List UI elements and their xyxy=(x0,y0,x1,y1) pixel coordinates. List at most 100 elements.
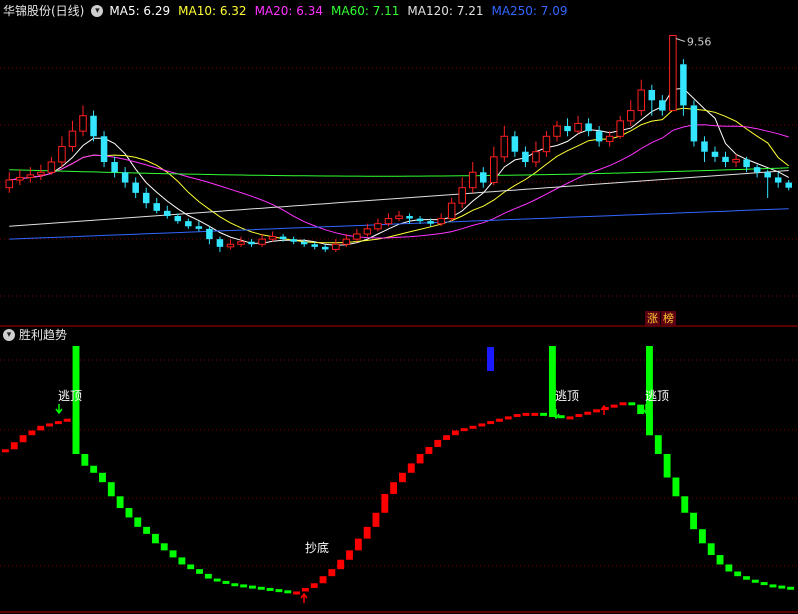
candle-body xyxy=(626,110,635,122)
indicator-bar xyxy=(328,569,336,577)
candle-body xyxy=(732,158,740,163)
ma-legend-item: MA60: 7.11 xyxy=(331,4,400,18)
candle-body xyxy=(311,244,318,247)
candle-body xyxy=(595,131,603,142)
indicator-bar xyxy=(116,496,124,509)
candle-body xyxy=(142,192,150,204)
candle-body xyxy=(532,151,540,163)
ma-legend-item: MA5: 6.29 xyxy=(109,4,171,18)
chevron-down-icon[interactable]: ▾ xyxy=(91,5,104,17)
indicator-bar xyxy=(707,543,715,556)
indicator-bar xyxy=(760,582,768,586)
indicator-bar xyxy=(81,454,89,466)
indicator-bar xyxy=(63,418,71,422)
candle-body xyxy=(79,115,87,132)
candle-body xyxy=(490,156,498,184)
candle-body xyxy=(185,221,192,227)
candle-body xyxy=(564,126,571,132)
indicator-bar xyxy=(266,587,274,591)
grid xyxy=(0,67,798,613)
badge-rise[interactable]: 涨 xyxy=(645,311,660,326)
indicator-bar xyxy=(293,591,301,595)
badge-list[interactable]: 榜 xyxy=(661,311,676,326)
candle-body xyxy=(785,182,792,188)
indicator-bar xyxy=(240,584,248,588)
candle-body xyxy=(659,100,666,111)
candle-body xyxy=(374,223,382,230)
candle-body xyxy=(226,243,235,248)
indicator-bar xyxy=(566,416,574,420)
indicator-bar xyxy=(663,454,671,478)
indicator-bar xyxy=(478,423,486,427)
candle-body xyxy=(522,151,529,162)
indicator-bar xyxy=(37,425,45,431)
ma5-line xyxy=(9,87,789,246)
chart-canvas[interactable]: 9.56 逃顶 逃顶 逃顶抄底 xyxy=(0,0,798,614)
candle-body xyxy=(332,243,340,250)
indicator-bar xyxy=(540,412,548,416)
ma-legend-item: MA20: 6.34 xyxy=(254,4,323,18)
indicator-bar xyxy=(416,454,424,464)
candle-body xyxy=(90,115,97,137)
indicator-bar xyxy=(681,496,689,513)
candle-body xyxy=(100,136,108,162)
indicator-bar xyxy=(10,442,18,450)
peak-price-label: 9.56 xyxy=(687,35,712,48)
indicator-bar xyxy=(751,579,759,583)
candle-body xyxy=(447,202,456,220)
candle-body xyxy=(616,120,624,137)
candle-body xyxy=(353,233,361,240)
indicator-bar xyxy=(619,402,627,406)
candle-body xyxy=(395,215,403,220)
indicator-bar xyxy=(231,583,239,587)
indicator-bar xyxy=(125,508,133,518)
signal-column xyxy=(548,346,556,416)
indicator-bar xyxy=(319,576,327,584)
arrow-up-icon xyxy=(300,592,308,603)
indicator-bar xyxy=(443,435,450,440)
candle-body xyxy=(5,179,14,189)
signal-label: 逃顶 xyxy=(555,389,579,403)
indicator-bar xyxy=(725,564,733,572)
candle-body xyxy=(458,187,466,204)
indicator-bar xyxy=(716,555,724,565)
indicator-bar xyxy=(469,425,477,429)
indicator-bar xyxy=(672,477,680,497)
candle-body xyxy=(648,90,656,101)
candle-body xyxy=(690,105,698,142)
candle-body xyxy=(16,176,24,181)
indicator-bar xyxy=(743,576,750,580)
arrow-down-icon xyxy=(55,404,63,415)
candle-body xyxy=(322,246,329,250)
indicator-bar xyxy=(690,512,698,530)
indicator-bar xyxy=(151,533,159,544)
candlestick-series: 9.56 xyxy=(5,34,792,252)
indicator-bar xyxy=(778,585,786,589)
indicator-bar xyxy=(301,587,309,592)
candle-body xyxy=(427,221,434,224)
candle-body xyxy=(68,130,77,148)
indicator-bar xyxy=(213,578,221,582)
chevron-down-icon[interactable]: ▾ xyxy=(3,329,15,341)
indicator-bar xyxy=(593,409,600,413)
candle-body xyxy=(290,239,297,242)
candle-body xyxy=(605,135,614,142)
candle-body xyxy=(711,151,719,157)
indicator-bar xyxy=(187,564,195,570)
indicator-bar xyxy=(178,557,186,565)
indicator-bar xyxy=(196,569,203,574)
candle-body xyxy=(237,241,245,245)
indicator-bar xyxy=(222,580,230,584)
candle-body xyxy=(132,182,139,193)
candle-body xyxy=(47,161,56,173)
candle-body xyxy=(574,122,582,132)
candle-body xyxy=(121,172,129,183)
indicator-bar xyxy=(734,571,742,577)
candle-body xyxy=(384,218,393,225)
indicator-bar xyxy=(284,590,292,594)
indicator-bar xyxy=(169,550,177,558)
candle-body xyxy=(553,125,561,137)
indicator-bar xyxy=(654,435,662,454)
candle-body xyxy=(216,239,224,247)
blue-marker xyxy=(487,347,494,371)
